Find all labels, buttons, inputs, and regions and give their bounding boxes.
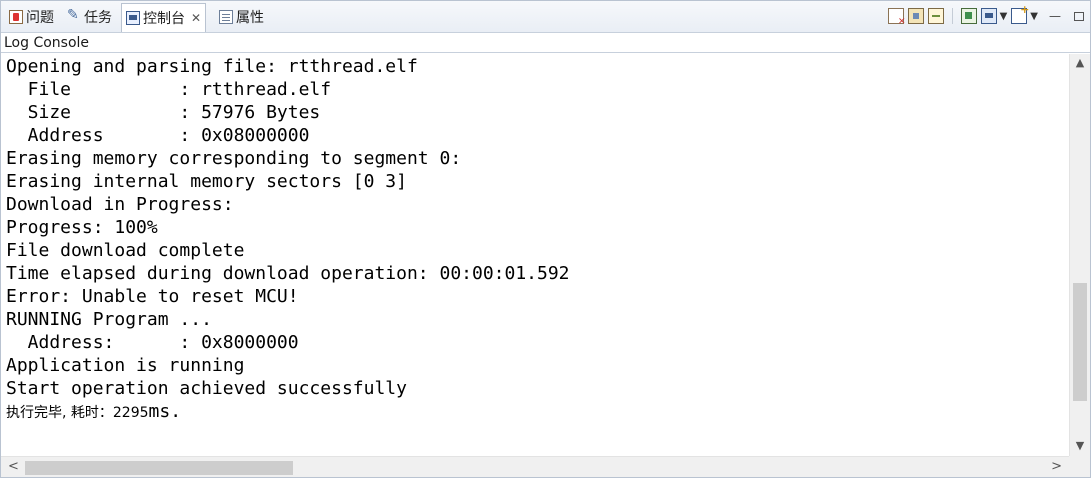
console-line: Error: Unable to reset MCU! — [6, 286, 299, 307]
scroll-down-icon[interactable]: ▼ — [1070, 439, 1090, 452]
console-view: 问题 任务 控制台 ✕ 属性 ▼ ▼ — Log Cons — [0, 0, 1091, 478]
pin-console-icon[interactable] — [927, 8, 944, 24]
toolbar-separator — [951, 8, 953, 24]
console-line: RUNNING Program ... — [6, 309, 212, 330]
console-line: Start operation achieved successfully — [6, 378, 407, 399]
console-toolbar: ▼ ▼ — — [884, 3, 1084, 27]
tab-tasks-label: 任务 — [84, 10, 112, 26]
console-line: Address: : 0x8000000 — [6, 332, 299, 353]
console-line: Size : 57976 Bytes — [6, 102, 321, 123]
close-icon[interactable]: ✕ — [191, 11, 201, 25]
scrollbar-corner — [1069, 456, 1090, 477]
vertical-scrollbar[interactable]: ▲ ▼ — [1069, 54, 1090, 456]
console-output[interactable]: Opening and parsing file: rtthread.elf F… — [1, 54, 1069, 456]
console-line: Erasing internal memory sectors [0 3] — [6, 171, 407, 192]
finish-unit: ms. — [148, 401, 182, 422]
scroll-left-icon[interactable]: < — [8, 459, 19, 474]
scroll-right-icon[interactable]: > — [1051, 459, 1062, 474]
console-line: Erasing memory corresponding to segment … — [6, 148, 462, 169]
console-line: File : rtthread.elf — [6, 79, 332, 100]
problems-icon — [9, 10, 23, 24]
tab-problems[interactable]: 问题 — [5, 4, 58, 30]
scroll-lock-icon[interactable] — [907, 8, 924, 24]
display-console-icon[interactable] — [980, 8, 997, 24]
console-line-finish: 执行完毕, 耗时：2295ms. — [6, 400, 181, 423]
minimize-view-icon[interactable]: — — [1048, 9, 1062, 23]
scroll-up-icon[interactable]: ▲ — [1070, 56, 1090, 69]
tab-console-label: 控制台 — [143, 11, 185, 27]
console-line: Time elapsed during download operation: … — [6, 263, 570, 284]
tab-properties[interactable]: 属性 — [215, 4, 268, 30]
tab-tasks[interactable]: 任务 — [63, 4, 116, 30]
clear-console-icon[interactable] — [887, 8, 906, 27]
new-console-icon[interactable] — [1011, 3, 1029, 24]
properties-icon — [219, 10, 233, 24]
tab-console[interactable]: 控制台 ✕ — [121, 3, 207, 32]
horizontal-scrollbar[interactable]: < > — [1, 456, 1069, 477]
tab-properties-label: 属性 — [236, 10, 264, 26]
view-tab-bar: 问题 任务 控制台 ✕ 属性 ▼ ▼ — — [1, 1, 1090, 33]
tab-problems-label: 问题 — [26, 10, 54, 26]
console-name: Log Console — [1, 33, 1090, 53]
finish-message: 执行完毕, 耗时：2295 — [6, 405, 149, 421]
vertical-scroll-thumb[interactable] — [1073, 282, 1087, 401]
new-console-dropdown-icon[interactable]: ▼ — [1030, 11, 1038, 22]
maximize-view-icon[interactable] — [1074, 11, 1084, 21]
console-icon — [126, 11, 140, 25]
console-line: Address : 0x08000000 — [6, 125, 310, 146]
display-console-dropdown-icon[interactable]: ▼ — [1000, 11, 1008, 22]
console-line: File download complete — [6, 240, 245, 261]
console-line: Application is running — [6, 355, 245, 376]
horizontal-scroll-thumb[interactable] — [25, 461, 293, 475]
console-line: Progress: 100% — [6, 217, 158, 238]
console-line: Download in Progress: — [6, 194, 234, 215]
console-line: Opening and parsing file: rtthread.elf — [6, 56, 418, 77]
open-console-icon[interactable] — [960, 8, 977, 24]
tasks-icon — [67, 7, 81, 24]
